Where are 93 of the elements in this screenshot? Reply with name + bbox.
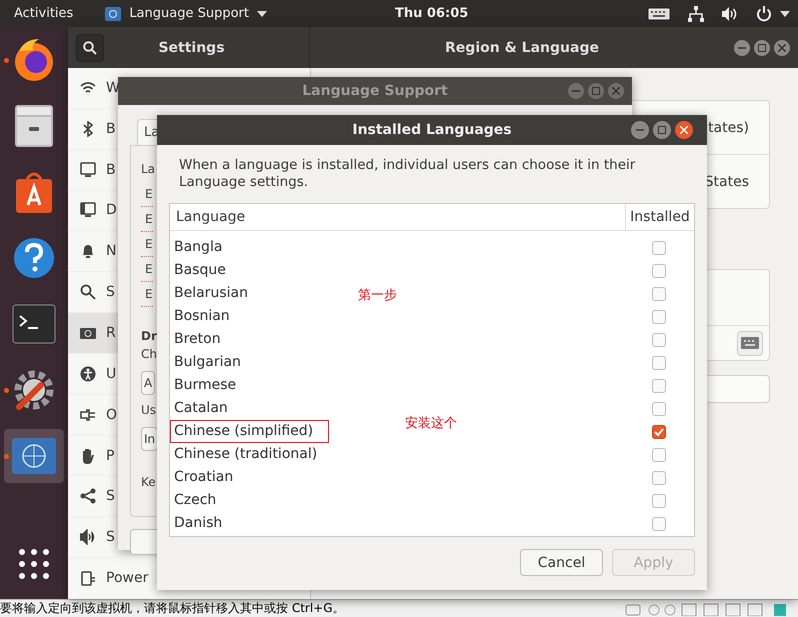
keyboard-icon[interactable]	[648, 8, 670, 20]
language-name: Bosnian	[173, 307, 231, 326]
language-item[interactable]: E	[141, 282, 153, 307]
language-name: Basque	[173, 261, 227, 280]
language-item[interactable]: E	[141, 232, 153, 257]
minimize-button[interactable]	[568, 83, 584, 99]
search-icon	[83, 40, 97, 54]
cancel-button[interactable]: Cancel	[520, 549, 603, 576]
caret-icon	[257, 10, 267, 16]
maximize-button[interactable]	[754, 40, 770, 56]
checkbox[interactable]	[652, 332, 666, 346]
maximize-button[interactable]	[653, 121, 671, 139]
checkbox[interactable]	[652, 356, 666, 370]
field-label: Ke	[141, 475, 156, 489]
language-name: Bangla	[173, 238, 224, 257]
maximize-icon	[758, 44, 766, 52]
language-name: Chinese (traditional)	[173, 445, 318, 464]
checkbox[interactable]	[652, 516, 666, 530]
column-header[interactable]: Language	[170, 204, 626, 230]
search-button[interactable]	[76, 34, 104, 62]
flag-icon	[11, 436, 57, 476]
language-item[interactable]: E	[141, 182, 153, 207]
app-grid-icon	[18, 548, 50, 580]
language-name: Danish	[173, 514, 224, 533]
running-indicator	[4, 58, 9, 63]
close-icon	[680, 126, 688, 134]
flag-icon	[105, 6, 122, 20]
language-name: Burmese	[173, 376, 238, 395]
checkbox[interactable]	[652, 402, 666, 416]
dock-icon	[80, 202, 96, 218]
checkbox[interactable]	[652, 378, 666, 392]
annotation-text: 第一步	[358, 287, 397, 304]
section-hint: Ch	[141, 347, 157, 361]
dropdown-button[interactable]: In	[141, 427, 158, 451]
volume-icon[interactable]	[722, 6, 738, 20]
keyboard-icon	[741, 337, 759, 349]
maximize-button[interactable]	[588, 83, 604, 99]
caret-icon[interactable]	[780, 10, 790, 16]
window-title: Settings	[157, 40, 226, 56]
checkbox[interactable]	[652, 240, 666, 254]
accessibility-icon	[80, 366, 96, 382]
language-item[interactable]: E	[141, 207, 153, 232]
checkbox[interactable]	[652, 264, 666, 278]
terminal-icon	[12, 304, 56, 344]
network-icon[interactable]	[688, 6, 704, 22]
close-icon	[778, 44, 786, 52]
section-title: Dr	[141, 329, 157, 343]
language-name: Croatian	[173, 468, 234, 487]
minimize-button[interactable]	[734, 40, 750, 56]
sidebar-item[interactable]: R	[68, 313, 118, 354]
section-label: La	[141, 162, 156, 176]
keyboard-button[interactable]	[737, 330, 763, 356]
close-button[interactable]	[675, 121, 693, 139]
status-message: 要将输入定向到该虚拟机，请将鼠标指针移入其中或按 Ctrl+G。	[0, 600, 345, 617]
checkbox[interactable]	[652, 424, 666, 438]
checkbox[interactable]	[652, 470, 666, 484]
privacy-icon	[80, 448, 96, 464]
window-title: Language Support	[302, 83, 448, 99]
search-icon	[80, 284, 96, 300]
checkbox[interactable]	[652, 286, 666, 300]
minimize-button[interactable]	[631, 121, 649, 139]
column-header[interactable]: Installed	[626, 204, 694, 230]
close-icon	[612, 87, 620, 95]
checkbox[interactable]	[652, 310, 666, 324]
dock-item[interactable]	[4, 429, 64, 483]
checkbox[interactable]	[652, 448, 666, 462]
panel-title: Region & Language	[444, 40, 600, 56]
language-item[interactable]: E	[141, 257, 153, 282]
maximize-icon	[592, 87, 600, 95]
share-icon	[80, 488, 96, 504]
field-label: Us	[141, 403, 156, 417]
help-icon	[12, 236, 56, 280]
annotation-text: 安装这个	[405, 415, 457, 432]
sound-icon	[80, 529, 96, 546]
running-indicator	[4, 454, 9, 459]
language-name: Catalan	[173, 399, 229, 418]
running-indicator	[4, 388, 9, 393]
language-name: Belarusian	[173, 284, 249, 303]
background-icon	[80, 162, 96, 178]
language-name: Bulgarian	[173, 353, 242, 372]
clock[interactable]: Thu 06:05	[395, 6, 468, 21]
language-name: Chinese (simplified)	[170, 420, 329, 443]
bell-icon	[80, 243, 96, 260]
dialog-title: Installed Languages	[352, 122, 512, 138]
activities-button[interactable]: Activities	[14, 6, 74, 21]
language-name: Czech	[173, 491, 218, 510]
app-menu[interactable]: Language Support	[129, 6, 249, 21]
checkbox[interactable]	[652, 494, 666, 508]
maximize-icon	[658, 126, 666, 134]
file-cabinet-icon	[12, 103, 56, 149]
apply-button[interactable]: A	[141, 371, 156, 395]
description-text: When a language is installed, individual users can choose it in their Language settings.	[179, 157, 636, 191]
language-name: Breton	[173, 330, 222, 349]
